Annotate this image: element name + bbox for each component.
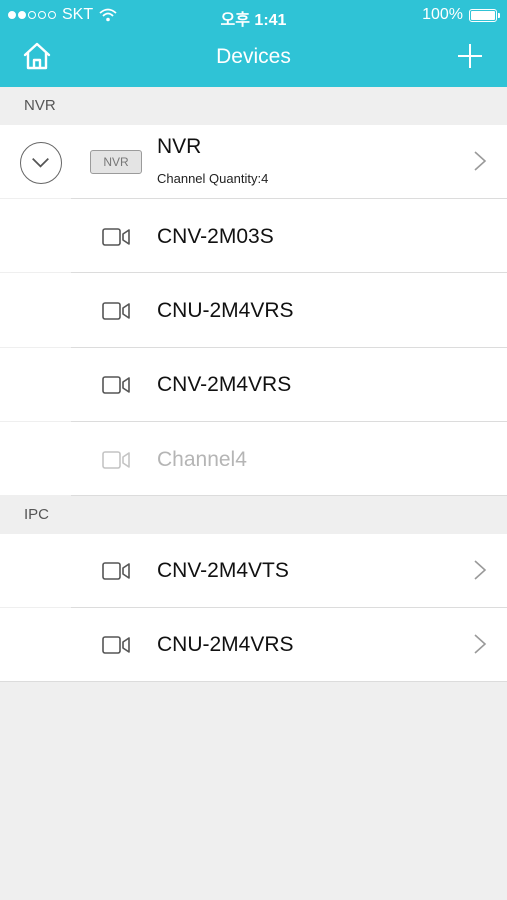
section-header-nvr: NVR	[0, 87, 507, 125]
channel-label: Channel4	[157, 448, 247, 471]
channel-label: CNV-2M03S	[157, 225, 274, 248]
nvr-device-row[interactable]	[0, 125, 507, 198]
video-camera-icon	[102, 302, 130, 320]
plus-icon[interactable]	[457, 43, 483, 69]
chevron-right-icon[interactable]	[473, 150, 487, 172]
top-bar: SKT 오후 1:41 100% Devices	[0, 0, 507, 87]
chevron-down-icon	[32, 157, 49, 168]
chevron-right-icon[interactable]	[473, 559, 487, 581]
channel-row-4[interactable]	[0, 422, 507, 495]
nvr-channel-quantity: Channel Quantity:4	[157, 171, 269, 186]
channel-label: CNU-2M4VRS	[157, 299, 294, 322]
nvr-device-name: NVR	[157, 135, 202, 158]
battery-icon	[469, 8, 500, 22]
ipc-device-label: CNU-2M4VRS	[157, 633, 294, 656]
chevron-right-icon[interactable]	[473, 633, 487, 655]
page-title: Devices	[216, 45, 291, 68]
video-camera-icon	[102, 376, 130, 394]
nvr-badge: NVR	[90, 150, 142, 174]
section-header-ipc: IPC	[0, 496, 507, 534]
expand-toggle[interactable]	[20, 142, 62, 184]
video-camera-icon	[102, 451, 130, 469]
ipc-device-label: CNV-2M4VTS	[157, 559, 289, 582]
video-camera-icon	[102, 562, 130, 580]
battery-percent: 100%	[422, 6, 463, 23]
video-camera-icon	[102, 228, 130, 246]
video-camera-icon	[102, 636, 130, 654]
channel-label: CNV-2M4VRS	[157, 373, 292, 396]
status-right: 100%	[422, 6, 500, 24]
status-bar: SKT 오후 1:41 100%	[0, 0, 507, 30]
divider	[0, 681, 507, 682]
